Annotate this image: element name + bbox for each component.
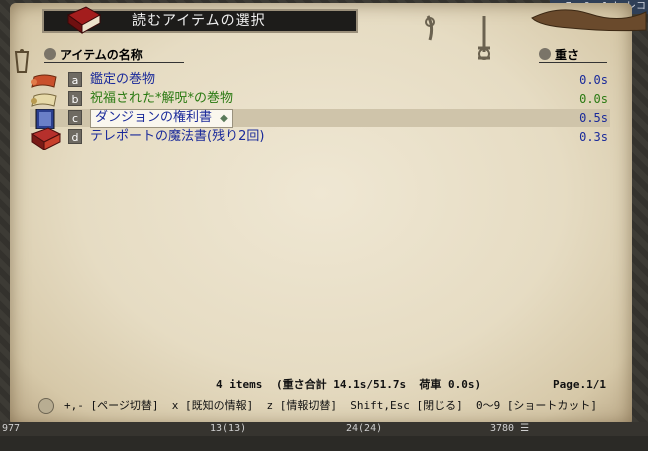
item-name: 祝福された*解呪*の巻物: [90, 91, 234, 106]
list-item[interactable]: b 祝福された*解呪*の巻物 0.0s: [30, 90, 610, 108]
scroll-icon: [31, 93, 57, 107]
item-letter: c: [68, 110, 82, 125]
help-bar: +,- [ページ切替] x [既知の情報] z [情報切替] Shift,Esc…: [38, 397, 606, 415]
weight-summary: (重さ合計 14.1s/51.7s 荷車 0.0s): [276, 378, 482, 391]
item-letter: b: [68, 91, 82, 106]
bullet-icon: [539, 48, 551, 60]
spellbook-icon: [30, 127, 62, 150]
item-weight: 0.5s: [579, 111, 608, 125]
keys-decoration-icon: [425, 15, 490, 60]
item-name: ダンジョンの権利書 ◆: [90, 109, 233, 128]
status-mid2: 24(24): [346, 423, 383, 434]
diamond-marker-icon: ◆: [220, 113, 228, 124]
window-title: 読むアイテムの選択: [132, 13, 266, 29]
status-mid1: 13(13): [210, 423, 247, 434]
pouch-decoration-icon: [531, 9, 647, 32]
lightbulb-icon: [38, 398, 54, 414]
page-indicator: Page.1/1: [553, 378, 606, 391]
lantern-icon: [14, 49, 30, 73]
scroll-icon: [31, 74, 57, 88]
item-weight: 0.3s: [579, 130, 608, 144]
status-right: 3780 ☰: [490, 423, 530, 434]
bullet-icon: [44, 48, 56, 60]
column-header-weight[interactable]: 重さ: [539, 48, 607, 63]
item-name: テレポートの魔法書(残り2回): [90, 129, 265, 144]
list-item[interactable]: d テレポートの魔法書(残り2回) 0.3s: [30, 127, 610, 150]
item-letter: d: [68, 129, 82, 144]
list-item-selected[interactable]: c ダンジョンの権利書 ◆ 0.5s: [30, 109, 610, 129]
item-name: 鑑定の巻物: [90, 72, 156, 87]
help-text: +,- [ページ切替] x [既知の情報] z [情報切替] Shift,Esc…: [64, 399, 598, 412]
item-weight: 0.0s: [579, 73, 608, 87]
item-count: 4 items: [216, 378, 263, 391]
item-weight: 0.0s: [579, 92, 608, 106]
item-select-window: [10, 3, 632, 426]
bottom-status-bar: 977 13(13) 24(24) 3780 ☰: [0, 422, 648, 436]
column-header-name[interactable]: アイテムの名称: [44, 48, 184, 63]
read-book-icon: [66, 6, 102, 34]
status-left: 977: [2, 423, 21, 434]
list-item[interactable]: a 鑑定の巻物 0.0s: [30, 71, 610, 89]
item-letter: a: [68, 72, 82, 87]
